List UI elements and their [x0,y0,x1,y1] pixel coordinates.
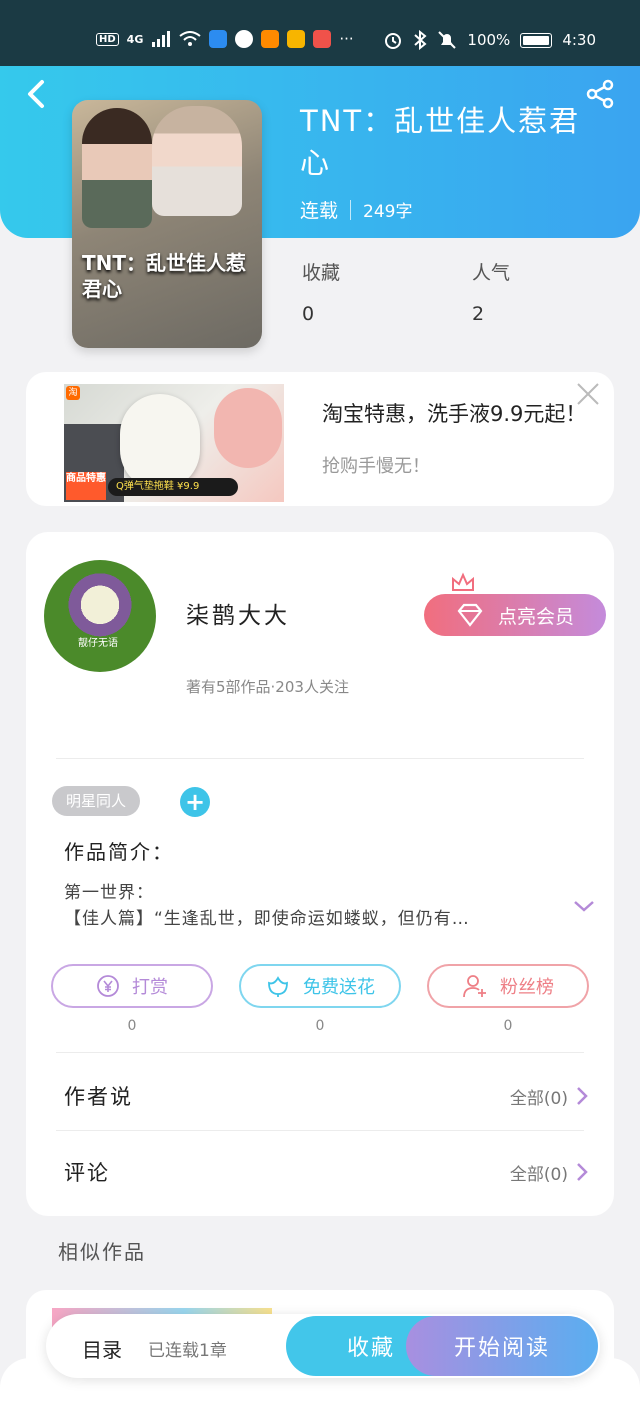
stat-favorites-label: 收藏 [302,262,341,284]
divider [56,1130,584,1131]
genre-tag[interactable]: 明星同人 [52,786,141,816]
comments-row[interactable]: 评论 全部(0) [64,1152,588,1192]
network-indicator: 4G [126,32,144,46]
flower-count: 0 [315,1018,325,1034]
ad-subtitle: 抢购手慢无！ [322,456,430,477]
battery-icon [520,32,553,48]
battery-percent: 100% [467,31,511,49]
bluetooth-icon [414,30,427,50]
more-indicator: ··· [339,30,354,48]
search-app-icon [209,30,228,48]
stat-popularity: 人气 2 [472,258,510,325]
serial-status: 连载 [300,200,339,222]
book-detail-card: 靓仔无语 柒鹊大大 著有5部作品·203人关注 点亮会员 明星同人 + 作品简介… [26,532,614,1216]
stat-favorites: 收藏 0 [302,258,340,325]
tip-count: 0 [127,1018,137,1034]
status-bar: HD 4G ··· 100% 4:30 [0,0,640,66]
chevron-down-icon[interactable] [572,898,596,914]
status-divider [350,199,352,220]
send-flower-label: 免费送花 [303,977,375,998]
crown-icon [452,572,474,591]
stat-favorites-value: 0 [302,303,315,325]
close-icon[interactable] [574,380,602,408]
chevron-right-icon [577,1163,588,1181]
chapter-progress: 已连载1章 [148,1341,227,1361]
fans-rank-label: 粉丝榜 [500,977,554,998]
ad-image-slipper-pink [214,388,282,468]
vip-button[interactable]: 点亮会员 [424,594,606,636]
similar-works-heading: 相似作品 [58,1240,146,1264]
fans-rank-button[interactable]: 粉丝榜 [427,964,589,1008]
author-notes-label: 作者说 [64,1085,133,1109]
ad-price-bar: Q弹气垫拖鞋 ¥9.9 [108,478,238,496]
avatar-watermark: 靓仔无语 [78,638,118,649]
fans-count: 0 [503,1018,513,1034]
signal-icon [152,31,171,47]
comments-label: 评论 [64,1161,110,1185]
intro-line-1: 第一世界： [64,883,154,903]
clock: 4:30 [562,31,596,49]
divider [56,758,584,759]
cover-title: TNT：乱世佳人惹君心 [82,251,247,301]
stat-popularity-label: 人气 [472,262,511,284]
book-cover[interactable]: TNT：乱世佳人惹君心 [72,100,262,348]
status-left: HD 4G ··· [96,30,354,48]
browser-app-icon [235,30,254,48]
wifi-icon [179,31,201,46]
author-avatar[interactable]: 靓仔无语 [44,560,156,672]
video-app-icon [261,30,280,48]
chevron-right-icon [577,1087,588,1105]
cover-figure-right [152,106,242,216]
author-notes-row[interactable]: 作者说 全部(0) [64,1076,588,1116]
send-flower-button[interactable]: 免费送花 [239,964,401,1008]
back-icon[interactable] [22,76,52,112]
flower-icon [268,976,288,997]
author-meta: 著有5部作品·203人关注 [186,678,349,696]
status-right: 100% 4:30 [383,30,596,50]
start-reading-button[interactable]: 开始阅读 [406,1316,598,1376]
mute-icon [438,31,457,49]
ad-title: 淘宝特惠，洗手液9.9元起！ [322,402,587,426]
intro-line-2: 【佳人篇】“生逢乱世，即使命运如蝼蚁，但仍有… [64,909,470,929]
comments-count: 全部(0) [509,1164,568,1185]
ad-image-slipper-white [120,394,200,490]
ad-image: 淘 商品特惠 Q弹气垫拖鞋 ¥9.9 [64,384,284,502]
fans-icon [463,975,486,998]
comments-more[interactable]: 全部(0) [510,1160,588,1185]
intro-text[interactable]: 第一世界： 【佳人篇】“生逢乱世，即使命运如蝼蚁，但仍有… [64,880,534,932]
author-notes-more[interactable]: 全部(0) [510,1084,588,1109]
intro-label: 作品简介： [64,840,174,864]
alarm-icon [385,33,402,49]
author-notes-count: 全部(0) [509,1088,568,1109]
ad-banner[interactable]: 淘 商品特惠 Q弹气垫拖鞋 ¥9.9 淘宝特惠，洗手液9.9元起！ 抢购手慢无！ [26,372,614,506]
yen-icon [97,975,119,997]
toc-button[interactable]: 目录 [82,1334,122,1363]
tips-app-icon [287,30,306,48]
vip-button-label: 点亮会员 [497,605,574,628]
tip-button[interactable]: 打赏 [51,964,213,1008]
author-name[interactable]: 柒鹊大大 [186,596,290,630]
stat-popularity-value: 2 [472,303,485,325]
taobao-icon: 淘 [66,386,80,400]
ad-badge: 商品特惠 [66,472,106,500]
divider [56,1052,584,1053]
book-status-row: 连载 249字 [300,196,412,223]
diamond-icon [457,603,483,627]
add-tag-button[interactable]: + [180,787,210,817]
reader-app-icon [313,30,332,48]
tip-label: 打赏 [132,977,168,998]
cover-figure-left [82,108,152,228]
hd-indicator: HD [96,32,119,46]
word-count: 249字 [363,202,413,222]
book-title: TNT：乱世佳人惹君心 [300,104,581,180]
